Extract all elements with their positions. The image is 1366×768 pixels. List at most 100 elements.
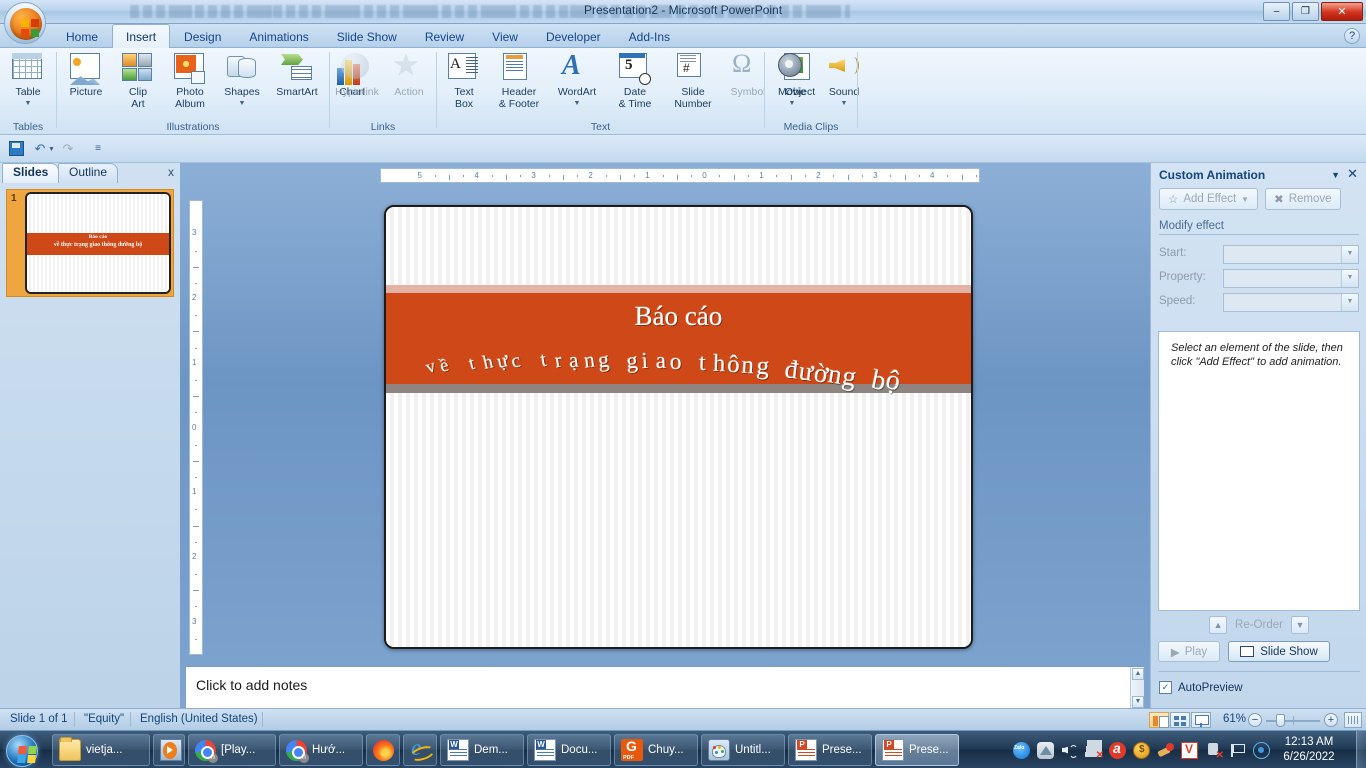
slide-number-button[interactable]: Slide Number [664,50,722,110]
taskbar-item[interactable]: Dem... [440,734,524,766]
taskbar-item[interactable] [403,734,437,766]
slide-sorter-view-button[interactable] [1170,712,1190,728]
movie-caret-icon[interactable]: ▼ [789,100,796,107]
autopreview-row[interactable]: ✓ AutoPreview [1159,681,1243,694]
tab-outline[interactable]: Outline [58,163,119,183]
taskbar-item[interactable]: vietja... [52,734,150,766]
taskbar-item[interactable]: Untitl... [701,734,785,766]
slide-title-band[interactable]: Báo cáo về thực trạng giao thông đường b… [386,285,971,397]
date-time-button[interactable]: Date & Time [606,50,664,110]
volume-icon[interactable] [1061,742,1078,759]
taskbar-item[interactable]: Prese... [875,734,959,766]
zoom-thumb[interactable] [1276,714,1285,727]
taskbar-clock[interactable]: 12:13 AM 6/26/2022 [1272,735,1346,765]
close-button[interactable]: ✕ [1321,2,1363,21]
cleaner-icon[interactable] [1157,742,1174,759]
slide-show-button[interactable]: Slide Show [1228,641,1330,662]
task-pane-dropdown-icon[interactable]: ▼ [1331,170,1340,180]
task-pane-close-icon[interactable]: ✕ [1347,166,1358,182]
start-button[interactable] [2,732,48,768]
avira-icon[interactable] [1109,740,1126,759]
play-button[interactable]: ▶ Play [1158,641,1220,662]
movie-button[interactable]: Movie ▼ [766,50,818,107]
animation-list[interactable]: Select an element of the slide, then cli… [1158,331,1360,611]
speed-select[interactable]: ▼ [1223,293,1359,312]
property-select[interactable]: ▼ [1223,269,1359,288]
photo-album-button[interactable]: Photo Album [164,50,216,110]
slide-thumbnail[interactable]: Báo cáo về thực trạng giao thông đường b… [25,192,171,294]
zoom-in-button[interactable]: + [1324,713,1338,727]
show-desktop-button[interactable] [1356,731,1366,768]
status-language[interactable]: English (United States) [140,713,258,725]
remove-effect-button[interactable]: ✖ Remove [1265,188,1341,210]
taskbar-item[interactable] [153,734,185,766]
speed-caret-icon[interactable]: ▼ [1341,294,1358,311]
status-theme[interactable]: "Equity" [84,713,124,725]
help-icon[interactable]: ? [1344,28,1360,44]
save-icon[interactable] [6,139,26,159]
taskbar-item[interactable] [366,734,400,766]
start-select[interactable]: ▼ [1223,245,1359,264]
redo-icon[interactable]: ↷ [58,139,78,159]
zoom-out-button[interactable]: − [1248,713,1262,727]
zalo-icon[interactable] [1013,741,1030,759]
flag-icon[interactable] [1229,742,1246,759]
shapes-button[interactable]: Shapes ▼ [216,50,268,106]
notes-pane[interactable]: Click to add notes ▲ ▼ [186,666,1144,709]
header-footer-button[interactable]: Header & Footer [490,50,548,110]
taskbar-item[interactable]: Docu... [527,734,611,766]
notes-scroll-up-icon[interactable]: ▲ [1132,668,1144,680]
close-slides-pane-icon[interactable]: x [168,165,174,179]
start-caret-icon[interactable]: ▼ [1341,246,1358,263]
text-box-button[interactable]: Text Box [438,50,490,110]
fit-slide-to-window-button[interactable] [1344,712,1362,728]
slide-thumbnail-item[interactable]: 1 Báo cáo về thực trạng giao thông đường… [6,189,174,297]
slide-canvas[interactable]: Báo cáo về thực trạng giao thông đường b… [384,205,973,649]
normal-view-button[interactable] [1149,712,1169,728]
picture-button[interactable]: Picture [60,50,112,99]
smartart-button[interactable]: SmartArt [268,50,326,99]
table-caret-icon[interactable]: ▼ [25,100,32,107]
ribbon-tab-home[interactable]: Home [52,24,112,48]
ribbon-tab-design[interactable]: Design [170,24,235,48]
wordart-caret-icon[interactable]: ▼ [574,100,581,107]
drive-icon[interactable] [1037,741,1054,759]
coin-icon[interactable] [1133,741,1150,759]
clip-art-button[interactable]: Clip Art [112,50,164,110]
ribbon-tab-review[interactable]: Review [411,24,478,48]
zoom-slider[interactable]: − + [1248,712,1338,728]
ribbon-tab-developer[interactable]: Developer [532,24,615,48]
office-button[interactable] [4,2,46,44]
ribbon-tab-slide-show[interactable]: Slide Show [323,24,411,48]
vertical-ruler[interactable]: 3 2 1 0 1 2 3 [189,200,203,673]
undo-icon[interactable]: ↶ [30,139,50,159]
property-caret-icon[interactable]: ▼ [1341,270,1358,287]
table-button[interactable]: Table ▼ [2,50,54,107]
action-button[interactable]: Action [383,50,435,99]
sound-caret-icon[interactable]: ▼ [841,100,848,107]
maximize-button[interactable]: ❐ [1292,2,1319,21]
taskbar-item[interactable]: Chuy... [614,734,698,766]
ribbon-tab-view[interactable]: View [478,24,532,48]
reorder-down-button[interactable]: ▼ [1290,616,1309,634]
notes-scroll-down-icon[interactable]: ▼ [1132,696,1144,708]
ribbon-tab-insert[interactable]: Insert [112,24,171,48]
autopreview-checkbox[interactable]: ✓ [1159,681,1172,694]
slide-show-view-button[interactable] [1191,712,1211,728]
notes-scrollbar[interactable]: ▲ ▼ [1130,667,1144,709]
minimize-button[interactable]: – [1263,2,1290,21]
v-icon[interactable] [1181,741,1198,759]
horizontal-ruler[interactable]: 5 4 3 2 1 0 1 2 3 4 [380,168,980,183]
undo-caret-icon[interactable]: ▼ [48,146,55,153]
taskbar-item[interactable]: Prese... [788,734,872,766]
tab-slides[interactable]: Slides [2,163,60,183]
ribbon-tab-add-ins[interactable]: Add-Ins [615,24,684,48]
taskbar-item[interactable]: h Hướ... [279,734,363,766]
network-disconnected-icon[interactable] [1085,742,1104,761]
add-effect-button[interactable]: ☆ Add Effect ▼ [1159,188,1259,210]
eye-icon[interactable] [1253,741,1270,759]
usb-disconnected-icon[interactable] [1205,742,1224,761]
hyperlink-button[interactable]: Hyperlink [331,50,383,99]
customize-qat-icon[interactable]: ≡ [88,139,108,159]
sound-button[interactable]: Sound ▼ [818,50,870,107]
